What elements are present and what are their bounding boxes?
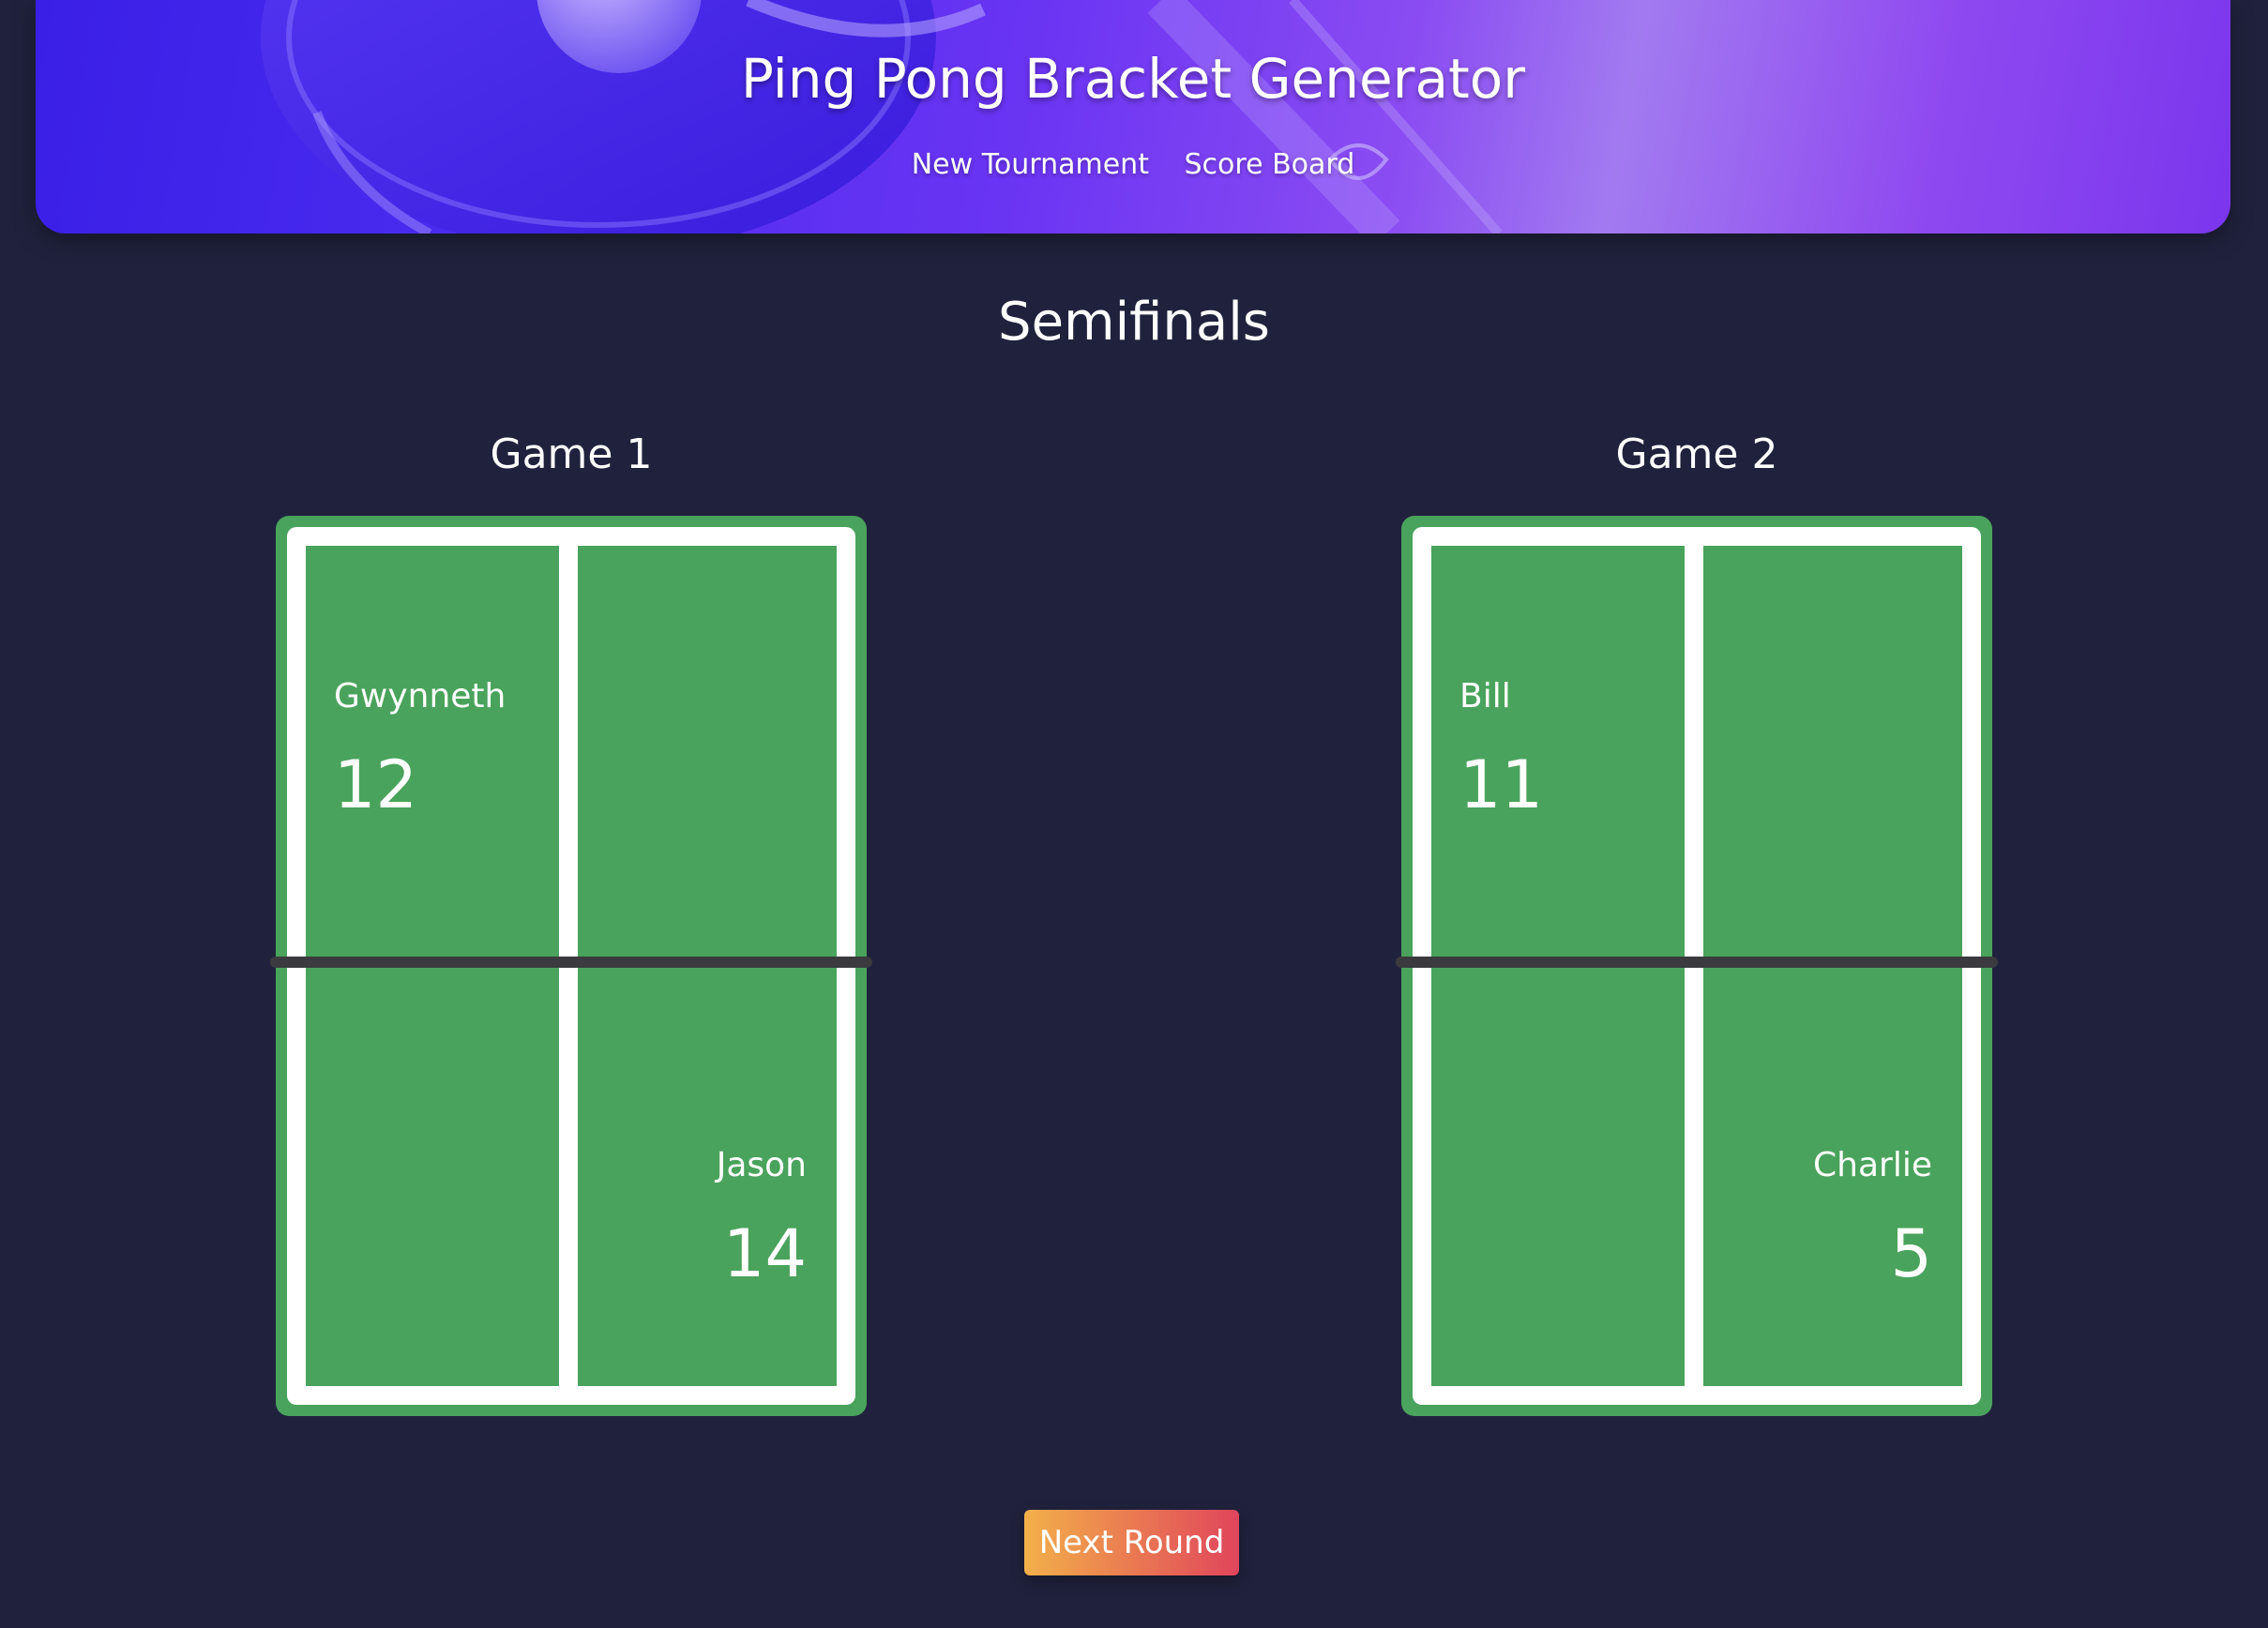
game-title: Game 1 — [490, 430, 653, 478]
player-score: 11 — [1459, 746, 1544, 823]
player-score: 12 — [334, 746, 418, 823]
hero-banner: Ping Pong Bracket Generator New Tourname… — [36, 0, 2230, 234]
nav-link-score-board[interactable]: Score Board — [1185, 148, 1355, 181]
game-card-1: Game 1 Gwynneth 12 Jason 14 — [270, 422, 872, 1416]
nav-link-new-tournament[interactable]: New Tournament — [912, 148, 1149, 181]
player-name: Bill — [1459, 677, 1511, 716]
player-name: Jason — [716, 1146, 807, 1184]
player-bottom: Jason 14 — [717, 1144, 807, 1296]
game-card-2: Game 2 Bill 11 Charlie 5 — [1396, 422, 1998, 1416]
table-quadrant — [578, 546, 837, 964]
round-title: Semifinals — [998, 292, 1270, 353]
ping-pong-paddle-illustration — [261, 0, 1503, 234]
table-quadrant — [1703, 546, 1962, 964]
player-top: Bill 11 — [1459, 675, 1543, 827]
player-top: Gwynneth 12 — [334, 675, 506, 827]
player-score: 14 — [722, 1215, 807, 1292]
table-quadrant — [1431, 964, 1685, 1386]
next-round-button[interactable]: Next Round — [1024, 1510, 1239, 1575]
player-name: Charlie — [1813, 1146, 1932, 1184]
table-quadrant — [306, 964, 559, 1386]
table-net — [1396, 957, 1998, 968]
game-title: Game 2 — [1615, 430, 1778, 478]
ping-pong-table: Bill 11 Charlie 5 — [1396, 516, 1998, 1416]
table-net — [270, 957, 872, 968]
app-title: Ping Pong Bracket Generator — [740, 47, 1526, 111]
player-name: Gwynneth — [334, 677, 507, 716]
player-bottom: Charlie 5 — [1813, 1144, 1932, 1296]
player-score: 5 — [1890, 1215, 1932, 1292]
ping-pong-table: Gwynneth 12 Jason 14 — [270, 516, 872, 1416]
main-nav: New Tournament Score Board — [36, 144, 2230, 186]
